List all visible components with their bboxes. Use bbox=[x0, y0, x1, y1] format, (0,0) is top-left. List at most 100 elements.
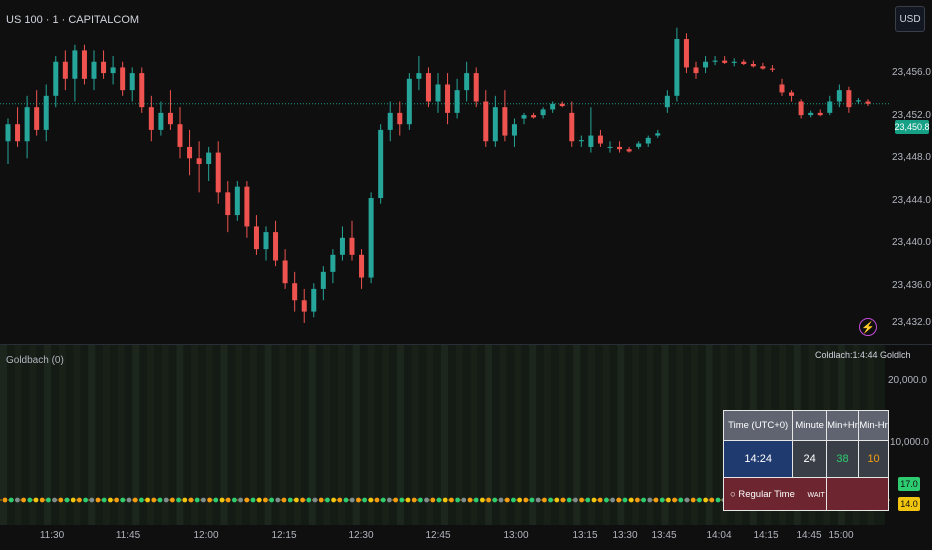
indicator-dot bbox=[52, 497, 57, 503]
table-minute: 24 bbox=[792, 440, 827, 478]
candle-body bbox=[5, 124, 11, 142]
indicator-dot bbox=[616, 497, 622, 503]
time-axis-label: 14:15 bbox=[753, 530, 779, 541]
candle-body bbox=[779, 84, 785, 93]
table-mode-cell: ○ Regular Time WAIT bbox=[723, 477, 827, 511]
candle-body bbox=[129, 73, 135, 91]
indicator-dot bbox=[436, 497, 442, 503]
indicator-dot bbox=[170, 497, 175, 503]
candle-body bbox=[674, 39, 680, 96]
candle-body bbox=[855, 100, 861, 102]
candle-body bbox=[62, 61, 68, 79]
candle-body bbox=[808, 112, 814, 116]
time-axis-label: 12:15 bbox=[271, 530, 297, 541]
candle-body bbox=[101, 61, 107, 74]
indicator-dot bbox=[635, 497, 640, 503]
indicator-dot bbox=[455, 497, 460, 503]
indicator-dot bbox=[64, 497, 70, 503]
time-axis-label: 14:04 bbox=[706, 530, 732, 541]
indicator-dot bbox=[442, 497, 448, 503]
candle-body bbox=[731, 61, 737, 63]
indicator-dot bbox=[653, 497, 659, 503]
indicator-dot bbox=[151, 497, 157, 503]
candle-body bbox=[464, 73, 470, 91]
candle-body bbox=[339, 237, 345, 255]
indicator-dot bbox=[585, 497, 591, 503]
indicator-dot bbox=[405, 497, 411, 503]
table-empty-cell bbox=[825, 477, 890, 511]
indicator-dot bbox=[312, 497, 318, 503]
price-axis-label: 23,452.0 bbox=[892, 110, 931, 121]
indicator-dot bbox=[83, 497, 88, 503]
indicator-dot bbox=[256, 497, 262, 503]
candle-body bbox=[206, 152, 212, 164]
price-axis-label: 23,432.0 bbox=[892, 317, 931, 328]
indicator-dot bbox=[126, 497, 132, 503]
current-price-tag: 23,450.8 bbox=[894, 120, 930, 134]
candle-body bbox=[292, 283, 298, 301]
indicator-dot bbox=[473, 497, 479, 503]
indicator-title[interactable]: Goldbach (0) bbox=[6, 355, 64, 366]
indicator-dot bbox=[108, 497, 113, 503]
indicator-dot bbox=[176, 497, 182, 503]
indicator-dot bbox=[424, 497, 429, 503]
candle-body bbox=[15, 124, 21, 142]
indicator-dot bbox=[337, 497, 343, 503]
indicator-dot bbox=[27, 497, 33, 503]
time-axis-label: 13:30 bbox=[612, 530, 638, 541]
candle-body bbox=[378, 129, 384, 199]
candle-body bbox=[244, 186, 250, 227]
indicator-dot bbox=[387, 497, 392, 503]
candle-body bbox=[91, 61, 97, 79]
indicator-dot bbox=[709, 497, 715, 503]
candle-body bbox=[435, 84, 441, 102]
indicator-dot bbox=[604, 497, 609, 503]
indicator-dot bbox=[15, 497, 20, 503]
candle-body bbox=[865, 101, 871, 104]
candle-body bbox=[34, 107, 40, 130]
price-axis-label: 23,440.0 bbox=[892, 237, 931, 248]
candle-body bbox=[416, 73, 422, 79]
indicator-dot bbox=[331, 497, 336, 503]
candle-body bbox=[588, 135, 594, 147]
indicator-dot bbox=[163, 497, 169, 503]
candle-body bbox=[167, 112, 173, 125]
candle-body bbox=[769, 68, 775, 70]
lightning-bolt-icon[interactable]: ⚡ bbox=[859, 318, 877, 336]
indicator-dot bbox=[480, 497, 485, 503]
candle-body bbox=[502, 107, 508, 136]
indicator-dot bbox=[219, 497, 225, 503]
indicator-dot bbox=[560, 497, 566, 503]
candle-body bbox=[846, 90, 852, 108]
indicator-dot bbox=[368, 497, 374, 503]
candle-body bbox=[798, 101, 804, 116]
symbol-title[interactable]: US 100 · 1 · CAPITALCOM bbox=[6, 14, 139, 26]
candle-body bbox=[531, 115, 537, 118]
table-time: 14:24 bbox=[722, 440, 794, 478]
indicator-dot bbox=[70, 497, 76, 503]
price-axis-label: 23,436.0 bbox=[892, 280, 931, 291]
candle-body bbox=[263, 232, 269, 250]
indicator-dot bbox=[523, 497, 529, 503]
indicator-dot bbox=[703, 497, 708, 503]
indicator-dot bbox=[238, 497, 244, 503]
currency-button[interactable]: USD bbox=[895, 6, 925, 32]
indicator-dot bbox=[275, 497, 281, 503]
table-header: Minute bbox=[792, 410, 827, 441]
indicator-dot bbox=[306, 497, 312, 503]
indicator-dot bbox=[684, 497, 690, 503]
indicator-dot bbox=[232, 497, 237, 503]
indicator-dot bbox=[393, 497, 398, 503]
indicator-dot bbox=[529, 497, 535, 503]
indicator-dot bbox=[362, 497, 367, 503]
indicator-dot bbox=[213, 497, 219, 503]
candle-body bbox=[492, 107, 498, 142]
candle-body bbox=[655, 133, 661, 136]
indicator-dot bbox=[467, 497, 473, 503]
price-axis-label: 23,456.0 bbox=[892, 67, 931, 78]
time-axis-label: 14:45 bbox=[796, 530, 822, 541]
indicator-dot bbox=[281, 497, 287, 503]
pane-divider[interactable] bbox=[0, 344, 932, 345]
indicator-dot bbox=[647, 497, 653, 503]
candle-body bbox=[626, 149, 632, 152]
